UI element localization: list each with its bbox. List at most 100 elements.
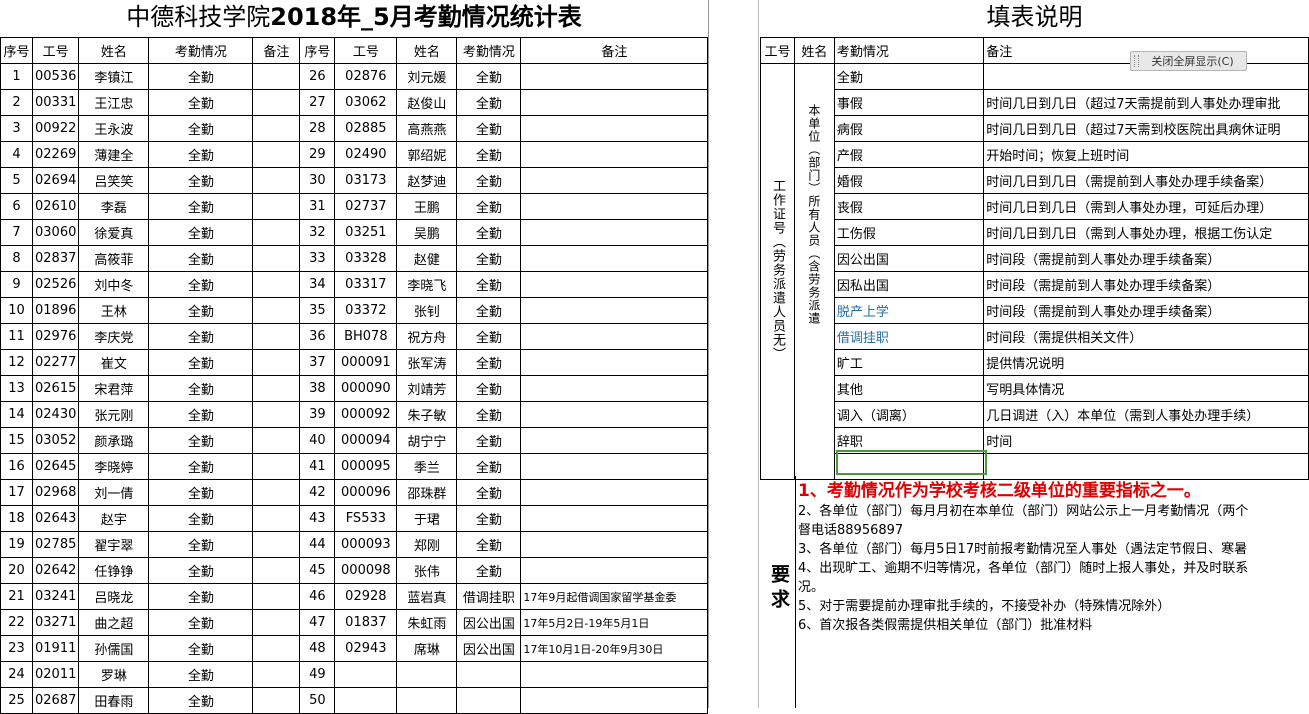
attendance-cell[interactable]: 全勤 bbox=[456, 89, 522, 116]
name-cell[interactable]: 李磊 bbox=[78, 193, 150, 220]
seq-cell[interactable]: 49 bbox=[299, 661, 336, 688]
header-cell[interactable]: 工号 bbox=[760, 37, 795, 64]
name-cell[interactable]: 郑刚 bbox=[396, 531, 458, 558]
attendance-cell[interactable]: 全勤 bbox=[148, 557, 254, 584]
id-cell[interactable] bbox=[334, 661, 398, 688]
remark-cell[interactable] bbox=[520, 167, 709, 194]
name-cell[interactable]: 郭绍妮 bbox=[396, 141, 458, 168]
remark-cell[interactable] bbox=[252, 141, 301, 168]
empty-note-cell[interactable] bbox=[983, 453, 1309, 480]
seq-cell[interactable]: 19 bbox=[0, 531, 33, 558]
attendance-cell[interactable]: 全勤 bbox=[148, 167, 254, 194]
id-cell[interactable]: 03173 bbox=[334, 167, 398, 194]
leave-note-cell[interactable]: 时间 bbox=[983, 427, 1309, 454]
id-cell[interactable]: 02490 bbox=[334, 141, 398, 168]
leave-note-cell[interactable]: 写明具体情况 bbox=[983, 375, 1309, 402]
id-cell[interactable]: 01911 bbox=[31, 635, 80, 662]
seq-cell[interactable]: 17 bbox=[0, 479, 33, 506]
attendance-cell[interactable]: 全勤 bbox=[456, 375, 522, 402]
name-cell[interactable]: 宋君萍 bbox=[78, 375, 150, 402]
attendance-cell[interactable]: 全勤 bbox=[148, 661, 254, 688]
seq-cell[interactable]: 2 bbox=[0, 89, 33, 116]
remark-cell[interactable]: 17年10月1日-20年9月30日 bbox=[520, 635, 709, 662]
remark-cell[interactable] bbox=[252, 609, 301, 636]
leave-note-cell[interactable]: 时间段（需提前到人事处办理手续备案） bbox=[983, 245, 1309, 272]
name-cell[interactable]: 罗琳 bbox=[78, 661, 150, 688]
attendance-cell[interactable]: 全勤 bbox=[456, 219, 522, 246]
attendance-cell[interactable]: 全勤 bbox=[456, 193, 522, 220]
remark-cell[interactable] bbox=[252, 297, 301, 324]
seq-cell[interactable]: 40 bbox=[299, 427, 336, 454]
id-cell[interactable]: 01896 bbox=[31, 297, 80, 324]
seq-cell[interactable]: 7 bbox=[0, 219, 33, 246]
attendance-cell[interactable]: 全勤 bbox=[456, 167, 522, 194]
seq-cell[interactable]: 1 bbox=[0, 63, 33, 90]
seq-cell[interactable]: 46 bbox=[299, 583, 336, 610]
name-cell[interactable]: 曲之超 bbox=[78, 609, 150, 636]
remark-cell[interactable] bbox=[520, 245, 709, 272]
leave-type-cell[interactable]: 因公出国 bbox=[833, 245, 985, 272]
seq-cell[interactable]: 32 bbox=[299, 219, 336, 246]
id-cell[interactable]: 00922 bbox=[31, 115, 80, 142]
id-cell[interactable]: 02968 bbox=[31, 479, 80, 506]
attendance-cell[interactable]: 全勤 bbox=[148, 271, 254, 298]
name-cell[interactable]: 朱虹雨 bbox=[396, 609, 458, 636]
name-cell[interactable]: 吕笑笑 bbox=[78, 167, 150, 194]
attendance-cell[interactable]: 全勤 bbox=[456, 453, 522, 480]
leave-note-cell[interactable]: 时间段（需提前到人事处办理手续备案） bbox=[983, 297, 1309, 324]
remark-cell[interactable] bbox=[520, 297, 709, 324]
seq-cell[interactable]: 21 bbox=[0, 583, 33, 610]
seq-cell[interactable]: 12 bbox=[0, 349, 33, 376]
id-cell[interactable]: 00536 bbox=[31, 63, 80, 90]
name-cell[interactable]: 刘元媛 bbox=[396, 63, 458, 90]
remark-cell[interactable] bbox=[520, 115, 709, 142]
id-cell[interactable]: BH078 bbox=[334, 323, 398, 350]
header-cell[interactable]: 考勤情况 bbox=[456, 37, 522, 64]
id-cell[interactable]: FS533 bbox=[334, 505, 398, 532]
name-cell[interactable]: 薄建全 bbox=[78, 141, 150, 168]
id-cell[interactable]: 02737 bbox=[334, 193, 398, 220]
seq-cell[interactable]: 10 bbox=[0, 297, 33, 324]
name-cell[interactable]: 季兰 bbox=[396, 453, 458, 480]
id-cell[interactable]: 000093 bbox=[334, 531, 398, 558]
attendance-cell[interactable]: 全勤 bbox=[148, 349, 254, 376]
seq-cell[interactable]: 24 bbox=[0, 661, 33, 688]
remark-cell[interactable] bbox=[252, 271, 301, 298]
id-cell[interactable]: 03241 bbox=[31, 583, 80, 610]
id-cell[interactable]: 03372 bbox=[334, 297, 398, 324]
remark-cell[interactable] bbox=[252, 531, 301, 558]
attendance-cell[interactable]: 因公出国 bbox=[456, 609, 522, 636]
attendance-cell[interactable]: 全勤 bbox=[456, 141, 522, 168]
leave-note-cell[interactable]: 开始时间；恢复上班时间 bbox=[983, 141, 1309, 168]
seq-cell[interactable]: 39 bbox=[299, 401, 336, 428]
leave-type-cell[interactable]: 借调挂职 bbox=[833, 323, 985, 350]
id-cell[interactable]: 02011 bbox=[31, 661, 80, 688]
name-cell[interactable]: 王林 bbox=[78, 297, 150, 324]
id-cell[interactable]: 000098 bbox=[334, 557, 398, 584]
name-cell[interactable]: 张伟 bbox=[396, 557, 458, 584]
attendance-cell[interactable]: 全勤 bbox=[148, 479, 254, 506]
leave-note-cell[interactable]: 时间段（需提供相关文件） bbox=[983, 323, 1309, 350]
seq-cell[interactable]: 23 bbox=[0, 635, 33, 662]
id-cell[interactable]: 03052 bbox=[31, 427, 80, 454]
attendance-cell[interactable]: 全勤 bbox=[148, 115, 254, 142]
remark-cell[interactable] bbox=[252, 661, 301, 688]
remark-cell[interactable] bbox=[520, 271, 709, 298]
seq-cell[interactable]: 8 bbox=[0, 245, 33, 272]
attendance-cell[interactable]: 全勤 bbox=[456, 63, 522, 90]
remark-cell[interactable] bbox=[252, 193, 301, 220]
attendance-cell[interactable]: 全勤 bbox=[148, 609, 254, 636]
selected-cell[interactable] bbox=[836, 450, 987, 475]
attendance-cell[interactable]: 全勤 bbox=[456, 479, 522, 506]
seq-cell[interactable]: 6 bbox=[0, 193, 33, 220]
requirements-text[interactable]: 1、考勤情况作为学校考核二级单位的重要指标之一。 2、各单位（部门）每月月初在本单… bbox=[798, 480, 1309, 635]
id-cell[interactable]: 02615 bbox=[31, 375, 80, 402]
id-cell[interactable]: 03317 bbox=[334, 271, 398, 298]
seq-cell[interactable]: 35 bbox=[299, 297, 336, 324]
seq-cell[interactable]: 48 bbox=[299, 635, 336, 662]
attendance-cell[interactable]: 全勤 bbox=[148, 427, 254, 454]
name-cell[interactable]: 田春雨 bbox=[78, 687, 150, 714]
remark-cell[interactable] bbox=[520, 557, 709, 584]
attendance-cell[interactable]: 全勤 bbox=[148, 219, 254, 246]
id-cell[interactable]: 02610 bbox=[31, 193, 80, 220]
